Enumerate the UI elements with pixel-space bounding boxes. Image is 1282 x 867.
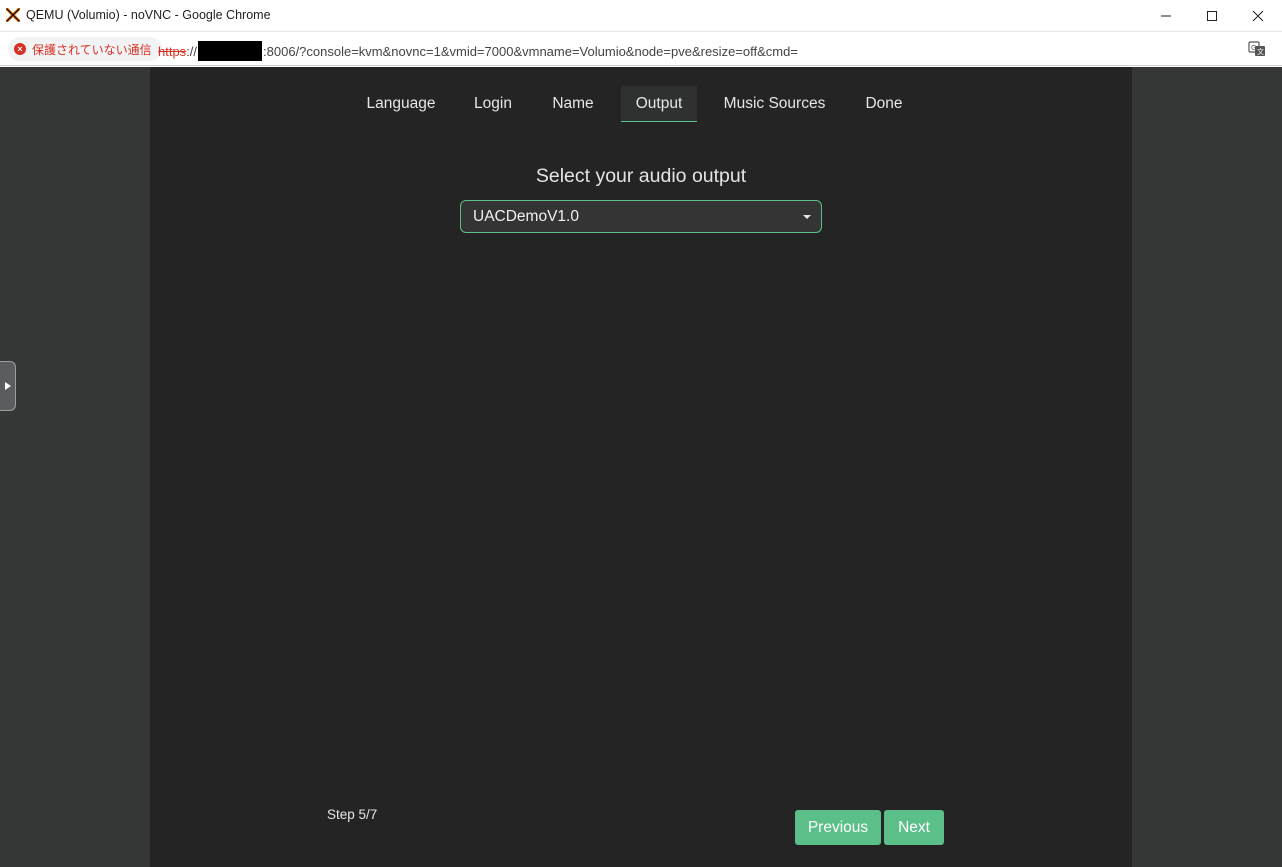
tab-label: Name [552, 95, 594, 112]
proxmox-x-icon [6, 8, 20, 22]
svg-text:文: 文 [1257, 47, 1264, 56]
tab-music-sources[interactable]: Music Sources [710, 86, 839, 122]
address-bar[interactable]: × 保護されていない通信 https:// :8006/?console=kvm&… [0, 32, 1282, 66]
maximize-button[interactable] [1189, 0, 1235, 32]
tab-name[interactable]: Name [538, 86, 608, 122]
tab-label: Language [366, 95, 436, 112]
setup-wizard-panel: Language Login Name Output Music Sources… [150, 67, 1132, 867]
insecure-warning-icon: × [14, 43, 26, 55]
next-button[interactable]: Next [884, 810, 944, 845]
previous-button[interactable]: Previous [795, 810, 881, 845]
close-window-button[interactable] [1235, 0, 1281, 32]
tab-done[interactable]: Done [852, 86, 916, 122]
tab-label: Output [635, 94, 683, 112]
dropdown-caret-icon [803, 215, 811, 219]
expand-arrow-icon [4, 382, 11, 390]
tab-language[interactable]: Language [355, 86, 447, 122]
maximize-icon [1207, 11, 1217, 21]
window-title: QEMU (Volumio) - noVNC - Google Chrome [26, 8, 271, 22]
minimize-button[interactable] [1143, 0, 1189, 32]
security-indicator[interactable]: × 保護されていない通信 [8, 37, 162, 61]
svg-text:G: G [1251, 44, 1256, 52]
url-path: :8006/?console=kvm&novnc=1&vmid=7000&vmn… [263, 44, 798, 59]
tab-label: Done [865, 95, 903, 112]
minimize-icon [1161, 15, 1171, 17]
selected-output: UACDemoV1.0 [473, 207, 579, 225]
wizard-tabs: Language Login Name Output Music Sources… [150, 86, 1132, 122]
security-label: 保護されていない通信 [32, 42, 152, 57]
step-indicator: Step 5/7 [327, 807, 378, 822]
url-separator: :// [186, 44, 198, 59]
url-scheme: https [158, 44, 187, 59]
url-text[interactable]: https:// :8006/?console=kvm&novnc=1&vmid=… [158, 41, 798, 61]
page-title: Select your audio output [535, 165, 747, 187]
tab-label: Music Sources [723, 95, 826, 112]
novnc-control-bar-handle[interactable] [0, 361, 16, 411]
close-icon [1252, 10, 1264, 22]
vnc-viewport[interactable]: Language Login Name Output Music Sources… [0, 67, 1282, 867]
tab-output[interactable]: Output [621, 86, 697, 122]
redacted-host [198, 41, 263, 61]
tab-label: Login [474, 95, 512, 112]
audio-output-select[interactable]: UACDemoV1.0 [460, 200, 822, 233]
translate-icon[interactable]: G 文 [1248, 40, 1266, 58]
tab-login[interactable]: Login [461, 86, 525, 122]
browser-title-bar: QEMU (Volumio) - noVNC - Google Chrome [0, 0, 1282, 32]
